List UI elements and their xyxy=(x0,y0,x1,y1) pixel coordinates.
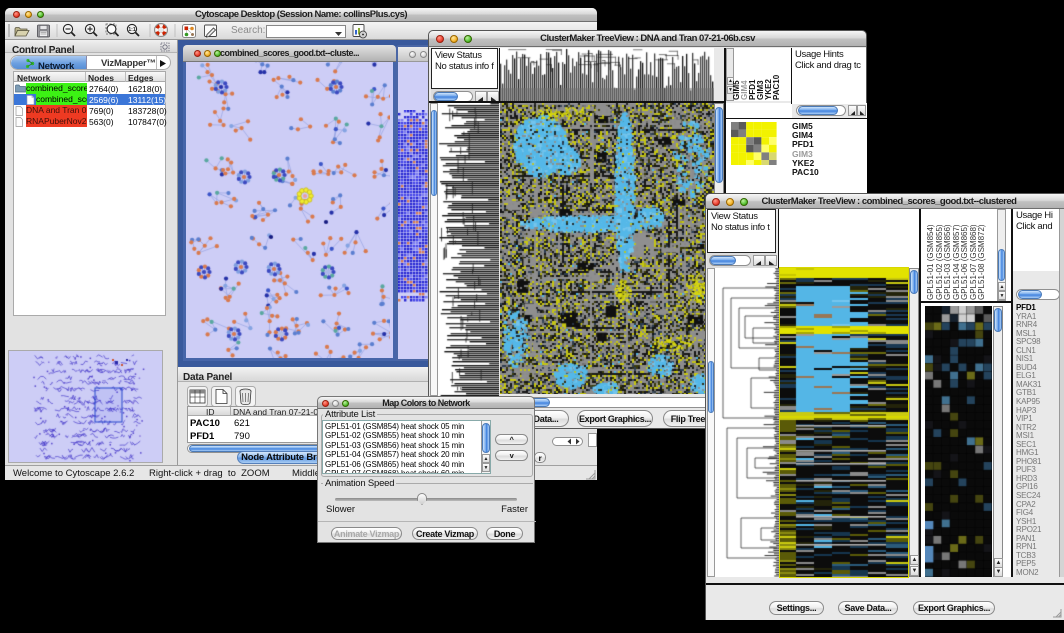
svg-text:1:1: 1:1 xyxy=(128,27,135,33)
